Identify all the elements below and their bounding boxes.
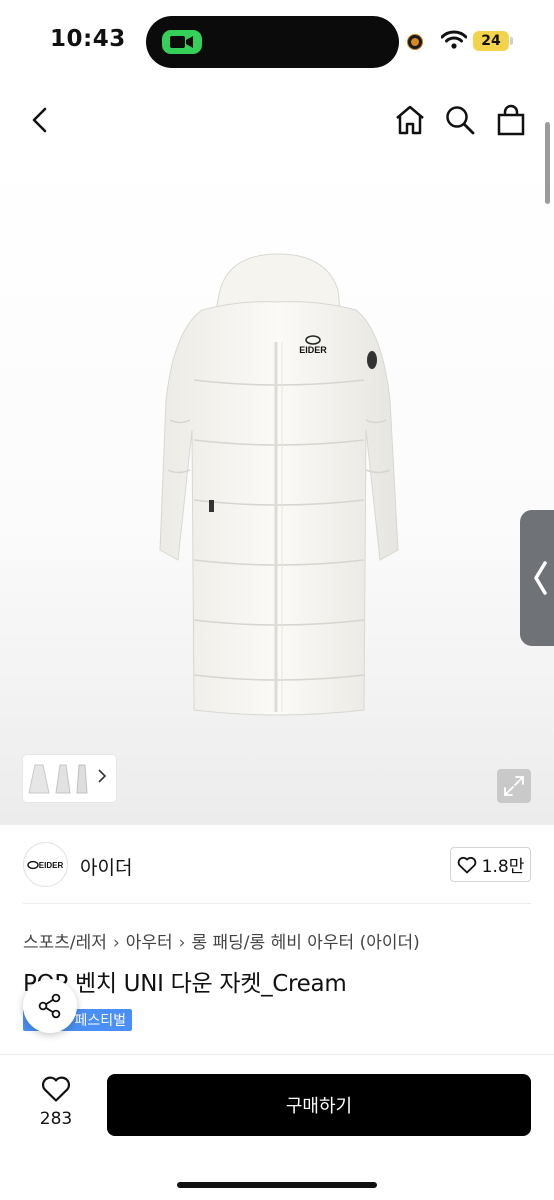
product-image-area[interactable]: EIDER	[0, 150, 554, 825]
recording-indicator-icon	[408, 35, 422, 49]
brand-logo[interactable]: EIDER	[23, 842, 68, 887]
jacket-logo: EIDER	[299, 345, 327, 355]
chevron-left-icon	[534, 561, 547, 595]
divider	[23, 903, 531, 904]
brand-name[interactable]: 아이더	[80, 853, 132, 880]
battery-nub	[510, 37, 513, 45]
wishlist-count: 283	[39, 1109, 73, 1129]
home-icon[interactable]	[392, 102, 428, 138]
battery-icon: 24	[473, 31, 509, 51]
product-image: EIDER	[159, 253, 399, 716]
top-nav	[0, 90, 554, 150]
bottom-bar: 283 구매하기	[0, 1054, 554, 1200]
wifi-icon	[440, 30, 468, 54]
back-icon[interactable]	[22, 102, 58, 138]
expand-icon[interactable]	[497, 769, 531, 803]
thumbnail-strip[interactable]	[23, 755, 116, 802]
share-button[interactable]	[23, 979, 77, 1033]
share-icon	[38, 993, 61, 1019]
breadcrumb: 스포츠/레저 › 아우터 › 롱 패딩/롱 헤비 아우터 (아이더)	[23, 928, 420, 953]
brand-row[interactable]: EIDER 아이더 1.8만	[23, 842, 531, 888]
brand-like-button[interactable]: 1.8만	[450, 847, 531, 882]
facetime-video-icon	[162, 30, 202, 54]
chevron-right-icon: ›	[112, 933, 120, 953]
search-icon[interactable]	[442, 102, 478, 138]
breadcrumb-item[interactable]: 아우터	[126, 933, 173, 953]
status-time: 10:43	[50, 26, 126, 52]
home-indicator[interactable]	[177, 1182, 377, 1188]
buy-button[interactable]: 구매하기	[107, 1074, 531, 1136]
brand-logo-text: EIDER	[38, 861, 63, 870]
wishlist-button[interactable]: 283	[28, 1075, 84, 1145]
chevron-right-icon: ›	[178, 933, 186, 953]
breadcrumb-item[interactable]: 스포츠/레저	[23, 933, 107, 953]
brand-like-count: 1.8만	[481, 857, 525, 877]
chevron-right-icon	[98, 769, 107, 787]
status-bar: 10:43 24	[0, 0, 554, 84]
bag-icon[interactable]	[493, 102, 529, 138]
side-drawer-tab[interactable]	[520, 510, 554, 646]
dynamic-island	[146, 16, 399, 68]
scrollbar[interactable]	[545, 122, 550, 204]
breadcrumb-item[interactable]: 롱 패딩/롱 헤비 아우터 (아이더)	[191, 933, 419, 953]
heart-icon	[457, 856, 476, 873]
heart-icon	[42, 1076, 70, 1102]
thumbnail-images	[28, 764, 88, 793]
